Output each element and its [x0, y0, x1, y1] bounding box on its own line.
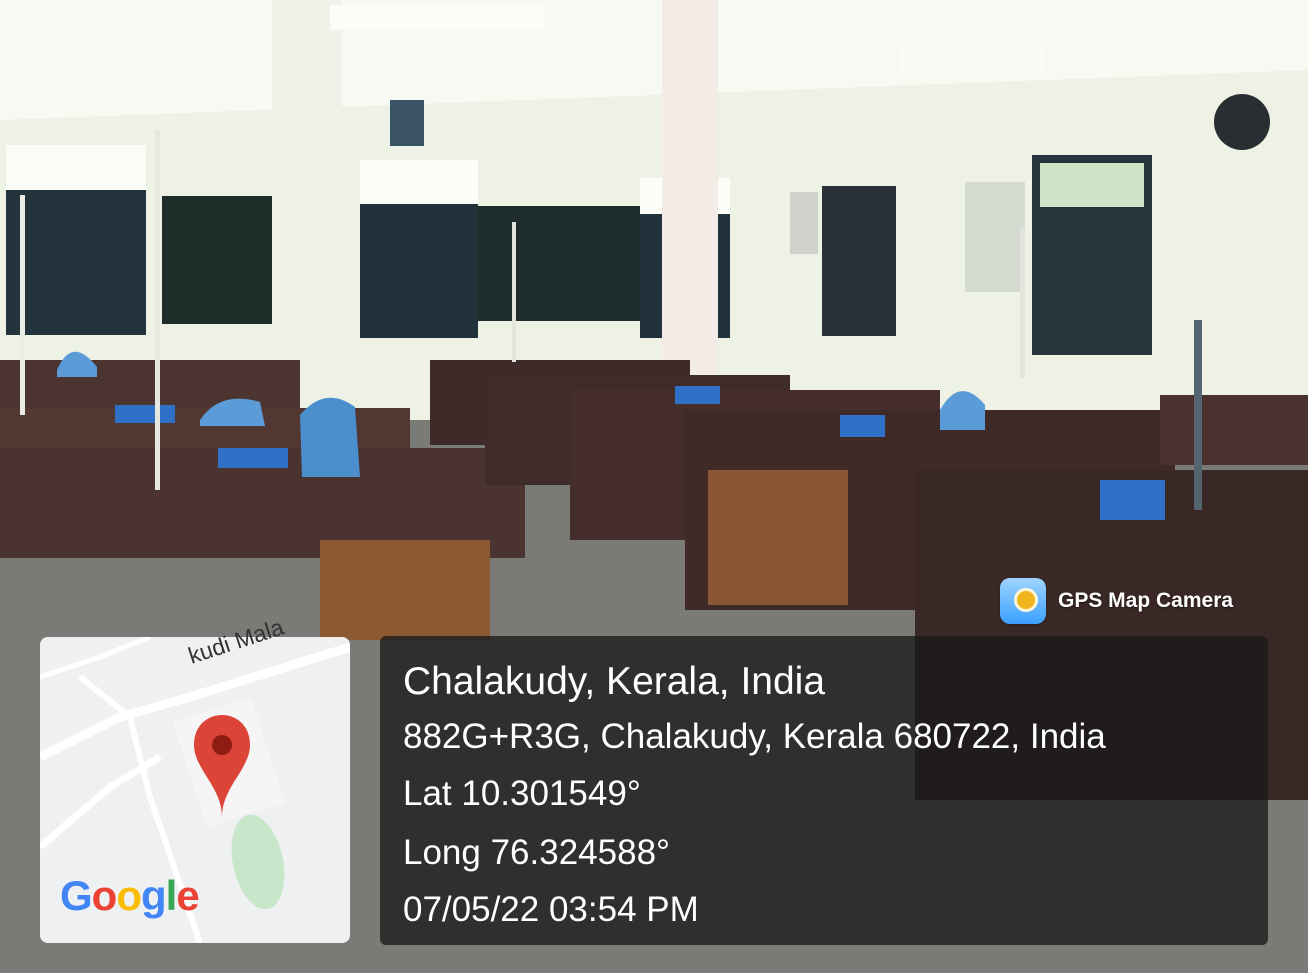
- app-badge: GPS Map Camera: [1000, 578, 1233, 624]
- longitude-readout: Long 76.324588°: [403, 833, 671, 872]
- pillar: [662, 0, 718, 380]
- place-name: Chalakudy, Kerala, India: [403, 660, 826, 703]
- pillar: [272, 0, 342, 390]
- app-badge-label: GPS Map Camera: [1058, 589, 1234, 612]
- latitude-readout: Lat 10.301549°: [403, 774, 641, 813]
- full-address: 882G+R3G, Chalakudy, Kerala 680722, Indi…: [403, 717, 1106, 756]
- chalkboard: [478, 206, 640, 321]
- gps-map-camera-icon: [1000, 578, 1046, 624]
- wall-fan: [1214, 94, 1270, 150]
- google-logo: Google: [60, 872, 200, 919]
- timestamp: 07/05/22 03:54 PM: [403, 890, 699, 929]
- blue-cover: [300, 397, 360, 477]
